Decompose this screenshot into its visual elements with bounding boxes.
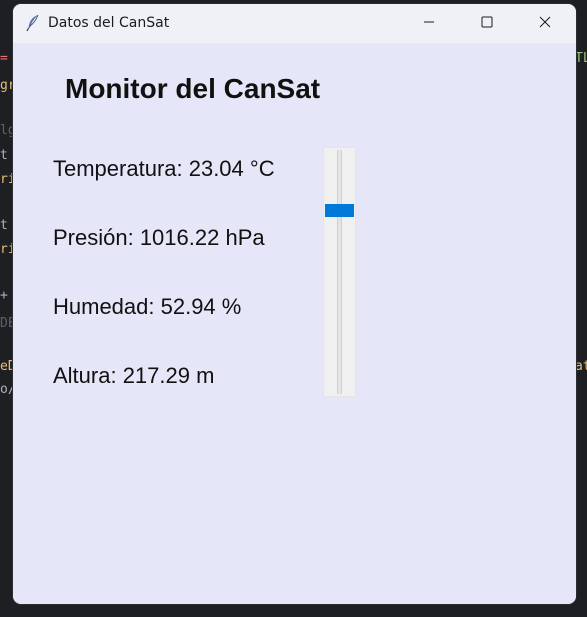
vertical-scale[interactable] <box>323 147 356 397</box>
close-button[interactable] <box>516 4 574 43</box>
app-window: Datos del CanSat Monitor del CanSat Temp… <box>13 4 576 604</box>
minimize-icon <box>423 15 435 33</box>
temperature-label: Temperatura: 23.04 °C <box>53 156 275 181</box>
editor-fragment: t <box>0 218 8 233</box>
editor-fragment: t <box>0 148 8 163</box>
humidity-label: Humedad: 52.94 % <box>53 294 242 319</box>
maximize-button[interactable] <box>458 4 516 43</box>
feather-icon <box>26 14 40 32</box>
window-title: Datos del CanSat <box>48 15 170 31</box>
pressure-label: Presión: 1016.22 hPa <box>53 225 265 250</box>
scale-track <box>337 150 342 394</box>
main-content: Monitor del CanSat Temperatura: 23.04 °C… <box>13 43 576 604</box>
scale-thumb[interactable] <box>325 204 354 217</box>
page-title: Monitor del CanSat <box>65 73 321 104</box>
title-bar[interactable]: Datos del CanSat <box>13 4 576 43</box>
altitude-label: Altura: 217.29 m <box>53 363 215 388</box>
editor-fragment: + <box>0 288 8 303</box>
editor-fragment: TL <box>575 51 587 66</box>
editor-fragment: = <box>0 51 8 66</box>
editor-fragment: at <box>575 359 587 374</box>
minimize-button[interactable] <box>400 4 458 43</box>
close-icon <box>539 15 551 33</box>
maximize-icon <box>481 15 493 33</box>
